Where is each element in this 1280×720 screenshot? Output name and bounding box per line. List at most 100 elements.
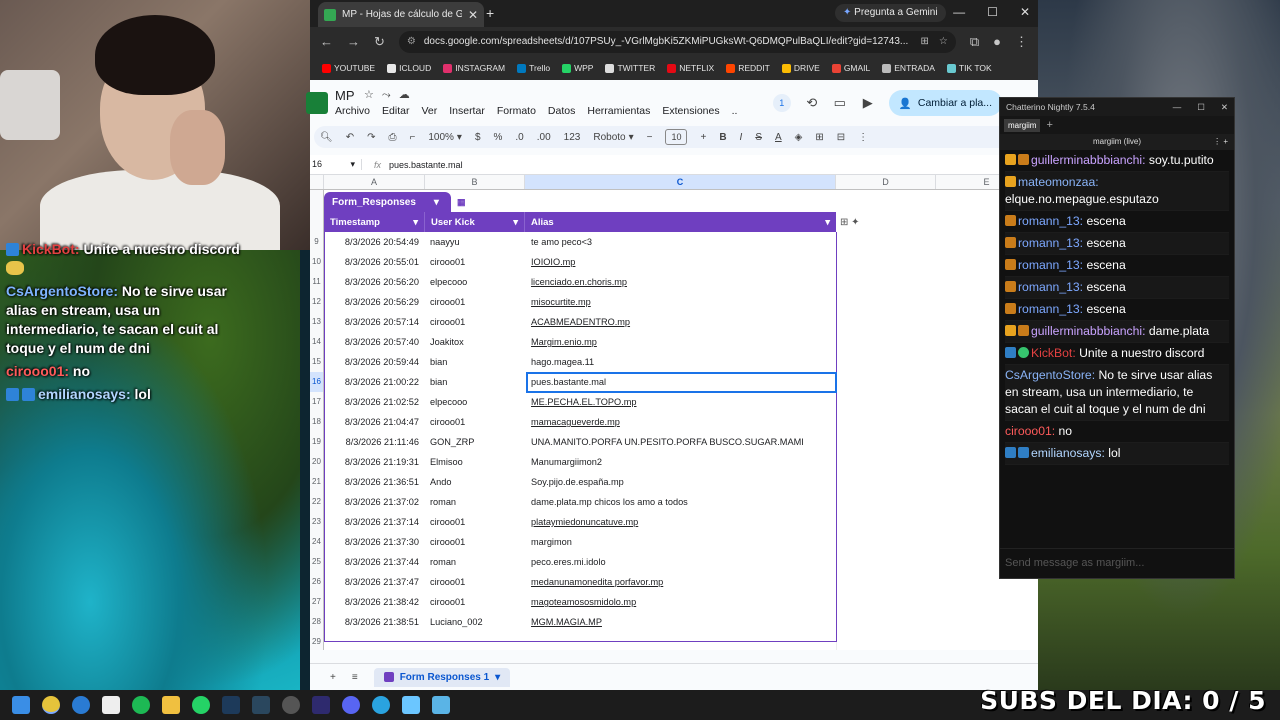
bookmark-star-icon[interactable]: ☆ xyxy=(939,36,948,47)
browser-tab[interactable]: MP - Hojas de cálculo de Goog ✕ xyxy=(318,2,484,27)
row-number[interactable]: 18 xyxy=(310,412,324,432)
premiere-icon[interactable] xyxy=(312,696,330,714)
photoshop-icon[interactable] xyxy=(222,696,240,714)
bookmark-item[interactable]: ICLOUD xyxy=(387,63,431,73)
formula-input[interactable]: pues.bastante.mal xyxy=(389,160,463,170)
table-icon[interactable]: ▦ xyxy=(456,195,466,209)
cloud-icon[interactable]: ☁ xyxy=(399,89,418,101)
extensions-icon[interactable]: ⧉ xyxy=(970,34,979,50)
chat-username[interactable]: guillerminabbbianchi: xyxy=(1031,153,1146,167)
column-header-b[interactable]: B xyxy=(425,175,525,189)
minimize-icon[interactable]: — xyxy=(1173,102,1182,113)
meet-icon[interactable]: ▶ xyxy=(861,96,875,110)
address-bar[interactable]: ⚙ docs.google.com/spreadsheets/d/107PSUy… xyxy=(398,30,956,53)
app-icon[interactable] xyxy=(402,696,420,714)
cell-alias[interactable]: licenciado.en.choris.mp xyxy=(525,272,836,292)
cell-user[interactable]: roman xyxy=(425,552,525,572)
merge-icon[interactable]: ⊟ xyxy=(837,132,845,143)
percent-button[interactable]: % xyxy=(494,132,503,143)
chat-username[interactable]: emilianosays: xyxy=(1031,446,1105,460)
cell-user[interactable]: cirooo01 xyxy=(425,412,525,432)
table-name-chip[interactable]: Form_Responses ▾ ▦ xyxy=(324,192,466,212)
cell-timestamp[interactable]: 8/3/2026 21:37:44 xyxy=(324,552,425,572)
bookmark-item[interactable]: NETFLIX xyxy=(667,63,714,73)
new-tab-icon[interactable]: + xyxy=(486,5,494,21)
menu-icon[interactable]: ⋮ xyxy=(1015,34,1028,50)
cell-user[interactable]: cirooo01 xyxy=(425,572,525,592)
maximize-icon[interactable]: ☐ xyxy=(1197,102,1205,113)
search-icon[interactable]: 🔍︎ xyxy=(320,132,333,143)
decrease-decimal-button[interactable]: .0 xyxy=(515,132,523,143)
table-header-user-kick[interactable]: User Kick ▾ xyxy=(425,212,525,232)
doc-title[interactable]: MP xyxy=(335,88,355,103)
cell-timestamp[interactable]: 8/3/2026 20:54:49 xyxy=(324,232,425,252)
cell-user[interactable]: elpecooo xyxy=(425,392,525,412)
chat-username[interactable]: romann_13: xyxy=(1018,302,1083,316)
cell-user[interactable]: bian xyxy=(425,352,525,372)
cell-alias[interactable]: pues.bastante.mal xyxy=(525,372,836,392)
cell-alias[interactable]: te amo peco<3 xyxy=(525,232,836,252)
comment-icon[interactable]: ▭ xyxy=(833,96,847,110)
menu-item[interactable]: Archivo xyxy=(335,105,370,117)
close-window-icon[interactable]: ✕ xyxy=(1020,5,1030,19)
cell-user[interactable]: cirooo01 xyxy=(425,512,525,532)
cell-timestamp[interactable]: 8/3/2026 21:38:42 xyxy=(324,592,425,612)
paint-format-icon[interactable]: ⌐ xyxy=(409,132,415,143)
spotify-icon[interactable] xyxy=(132,696,150,714)
cell-user[interactable]: cirooo01 xyxy=(425,252,525,272)
chat-username[interactable]: romann_13: xyxy=(1018,258,1083,272)
channel-menu-icon[interactable]: ⋮ + xyxy=(1213,134,1228,150)
column-header-d[interactable]: D xyxy=(836,175,936,189)
menu-item[interactable]: Extensiones xyxy=(662,105,719,117)
cell-grid[interactable]: Form_Responses ▾ ▦ Timestamp ▾ User Kick ▾ … xyxy=(310,190,1038,650)
cell-user[interactable]: elpecooo xyxy=(425,272,525,292)
row-number[interactable]: 23 xyxy=(310,512,324,532)
bookmark-item[interactable]: INSTAGRAM xyxy=(443,63,505,73)
reload-icon[interactable]: ↻ xyxy=(374,34,385,50)
menu-item[interactable]: Ver xyxy=(421,105,437,117)
cell-timestamp[interactable]: 8/3/2026 21:36:51 xyxy=(324,472,425,492)
star-icon[interactable]: ☆ xyxy=(364,89,382,101)
forward-icon[interactable]: → xyxy=(347,34,360,49)
bookmark-item[interactable]: WPP xyxy=(562,63,593,73)
cell-user[interactable] xyxy=(425,632,525,650)
bookmark-item[interactable]: Trello xyxy=(517,63,550,73)
increase-decimal-button[interactable]: .00 xyxy=(537,132,551,143)
comments-badge[interactable]: 1 xyxy=(772,94,791,112)
cell-timestamp[interactable]: 8/3/2026 21:04:47 xyxy=(324,412,425,432)
cell-alias[interactable]: ACABMEADENTRO.mp xyxy=(525,312,836,332)
currency-button[interactable]: $ xyxy=(475,132,481,143)
menu-item[interactable]: Insertar xyxy=(449,105,485,117)
history-icon[interactable]: ⟲ xyxy=(805,96,819,110)
cell-timestamp[interactable]: 8/3/2026 20:56:29 xyxy=(324,292,425,312)
cell-timestamp[interactable]: 8/3/2026 21:37:02 xyxy=(324,492,425,512)
menu-item[interactable]: Formato xyxy=(497,105,536,117)
cell-alias[interactable]: Soy.pijo.de.españa.mp xyxy=(525,472,836,492)
cell-user[interactable]: cirooo01 xyxy=(425,592,525,612)
menu-item[interactable]: Datos xyxy=(548,105,575,117)
row-number[interactable]: 25 xyxy=(310,552,324,572)
close-window-icon[interactable]: ✕ xyxy=(1221,102,1228,113)
chat-username[interactable]: romann_13: xyxy=(1018,280,1083,294)
cell-alias[interactable]: mamacagueverde.mp xyxy=(525,412,836,432)
folder-icon[interactable] xyxy=(162,696,180,714)
row-number[interactable]: 9 xyxy=(310,232,324,252)
row-number[interactable]: 26 xyxy=(310,572,324,592)
cell-alias[interactable]: peco.eres.mi.idolo xyxy=(525,552,836,572)
chat-input[interactable]: Send message as margiim... xyxy=(1000,548,1234,578)
cell-alias[interactable]: magoteamososmidolo.mp xyxy=(525,592,836,612)
chat-username[interactable]: cirooo01: xyxy=(1005,424,1055,438)
cell-timestamp[interactable]: 8/3/2026 21:37:30 xyxy=(324,532,425,552)
cell-empty[interactable] xyxy=(836,592,1038,612)
start-icon[interactable] xyxy=(12,696,30,714)
cell-user[interactable]: naayyu xyxy=(425,232,525,252)
bookmark-item[interactable]: GMAIL xyxy=(831,63,870,73)
row-number[interactable]: 29 xyxy=(310,632,324,650)
menu-item[interactable]: Herramientas xyxy=(587,105,650,117)
zoom-select[interactable]: 100% ▾ xyxy=(428,132,462,143)
row-number[interactable]: 28 xyxy=(310,612,324,632)
cell-timestamp[interactable]: 8/3/2026 20:59:44 xyxy=(324,352,425,372)
cell-user[interactable]: cirooo01 xyxy=(425,532,525,552)
ask-gemini-button[interactable]: Pregunta a Gemini xyxy=(835,4,946,22)
cell-timestamp[interactable]: 8/3/2026 20:55:01 xyxy=(324,252,425,272)
